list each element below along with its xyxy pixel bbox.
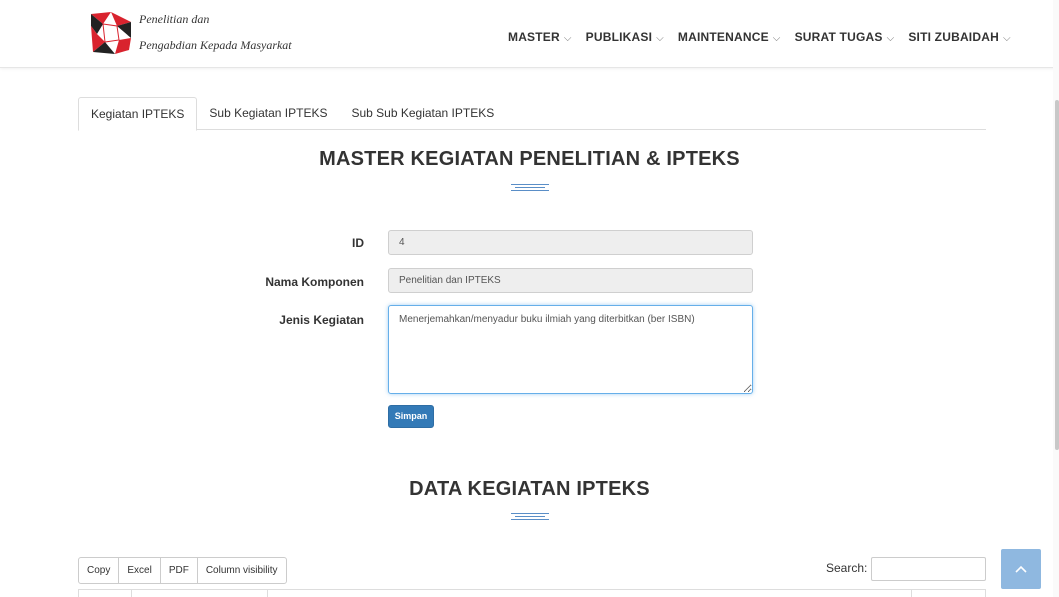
tab-kegiatan-ipteks[interactable]: Kegiatan IPTEKS xyxy=(78,97,198,131)
chevron-down-icon: ⌵ xyxy=(772,33,781,44)
menu-maintenance[interactable]: MAINTENANCE ⌵ xyxy=(678,30,781,44)
save-button[interactable]: Simpan xyxy=(388,405,434,428)
data-table xyxy=(78,589,986,597)
brand-logo-icon xyxy=(91,12,131,54)
nama-komponen-label: Nama Komponen xyxy=(265,275,364,289)
chevron-down-icon: ⌵ xyxy=(886,33,895,44)
menu-maintenance-label: MAINTENANCE xyxy=(677,30,769,44)
column-visibility-button[interactable]: Column visibility xyxy=(196,557,287,584)
menu-user-label: SITI ZUBAIDAH xyxy=(908,30,999,44)
chevron-down-icon: ⌵ xyxy=(656,33,664,44)
jenis-kegiatan-field[interactable]: Menerjemahkan/menyadur buku ilmiah yang … xyxy=(388,305,753,394)
data-title-divider xyxy=(511,513,549,523)
nama-komponen-field[interactable] xyxy=(388,268,753,293)
menu-master[interactable]: MASTER ⌵ xyxy=(508,30,572,44)
export-buttons: Copy Excel PDF Column visibility xyxy=(78,557,287,584)
brand-text: Penelitian dan Pengabdian Kepada Masyark… xyxy=(139,10,292,52)
kegiatan-tabs: Kegiatan IPTEKS Sub Kegiatan IPTEKS Sub … xyxy=(78,97,986,131)
copy-button[interactable]: Copy xyxy=(78,557,120,584)
data-section-title: DATA KEGIATAN IPTEKS xyxy=(409,478,650,500)
search-input[interactable] xyxy=(871,557,986,581)
page-scrollbar[interactable] xyxy=(1053,0,1059,597)
id-label: ID xyxy=(352,236,364,250)
tab-sub-kegiatan-ipteks[interactable]: Sub Kegiatan IPTEKS xyxy=(197,97,339,130)
brand-line-2: Pengabdian Kepada Masyarkat xyxy=(139,38,292,52)
chevron-down-icon: ⌵ xyxy=(563,33,572,44)
tab-sub-sub-kegiatan-ipteks[interactable]: Sub Sub Kegiatan IPTEKS xyxy=(339,97,506,130)
id-field[interactable] xyxy=(388,230,753,255)
scroll-thumb[interactable] xyxy=(1055,100,1059,450)
chevron-up-icon xyxy=(1015,565,1027,573)
search-label: Search: xyxy=(826,561,868,575)
menu-publikasi[interactable]: PUBLIKASI ⌵ xyxy=(586,30,664,44)
back-to-top-button[interactable] xyxy=(1001,549,1041,589)
brand[interactable]: Penelitian dan Pengabdian Kepada Masyark… xyxy=(89,10,292,56)
menu-user[interactable]: SITI ZUBAIDAH ⌵ xyxy=(908,30,1010,44)
menu-publikasi-label: PUBLIKASI xyxy=(585,30,653,44)
title-divider xyxy=(511,184,549,194)
form-title: MASTER KEGIATAN PENELITIAN & IPTEKS xyxy=(319,148,740,170)
brand-line-1: Penelitian dan xyxy=(139,12,210,26)
excel-button[interactable]: Excel xyxy=(118,557,161,584)
pdf-button[interactable]: PDF xyxy=(159,557,198,584)
main-menu: MASTER ⌵ PUBLIKASI ⌵ MAINTENANCE ⌵ SURAT TU… xyxy=(508,30,1025,44)
menu-surat-tugas-label: SURAT TUGAS xyxy=(794,30,883,44)
menu-surat-tugas[interactable]: SURAT TUGAS ⌵ xyxy=(795,30,895,44)
chevron-down-icon: ⌵ xyxy=(1002,33,1011,44)
top-navbar: Penelitian dan Pengabdian Kepada Masyark… xyxy=(0,0,1059,68)
menu-master-label: MASTER xyxy=(508,30,560,44)
jenis-kegiatan-label: Jenis Kegiatan xyxy=(279,313,364,327)
